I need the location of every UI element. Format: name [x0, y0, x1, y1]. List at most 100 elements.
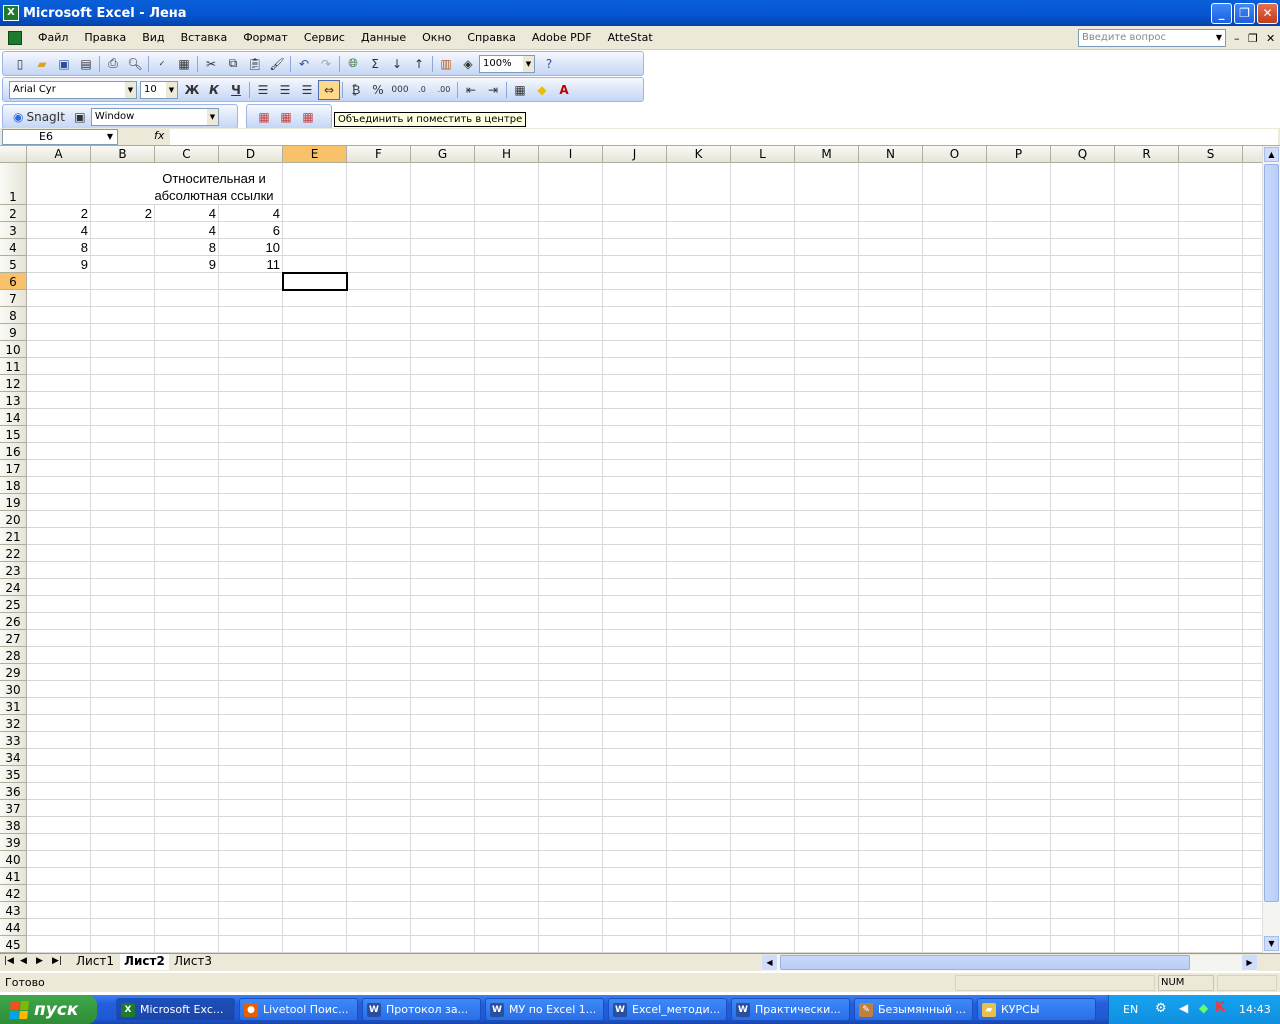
cell-o3[interactable]	[923, 222, 987, 239]
print-icon[interactable]: ⎙	[102, 54, 124, 74]
cell-k21[interactable]	[667, 528, 731, 545]
cell-s36[interactable]	[1179, 783, 1243, 800]
cell-h28[interactable]	[475, 647, 539, 664]
format-painter-icon[interactable]: 🖌︎	[266, 54, 288, 74]
cell-d27[interactable]	[219, 630, 283, 647]
cell-l3[interactable]	[731, 222, 795, 239]
cell-s13[interactable]	[1179, 392, 1243, 409]
cell-l1[interactable]	[731, 163, 795, 205]
cell-g21[interactable]	[411, 528, 475, 545]
cell-h30[interactable]	[475, 681, 539, 698]
cell-l39[interactable]	[731, 834, 795, 851]
cell-m28[interactable]	[795, 647, 859, 664]
cell-d19[interactable]	[219, 494, 283, 511]
cell-b33[interactable]	[91, 732, 155, 749]
cell-g16[interactable]	[411, 443, 475, 460]
cell-r25[interactable]	[1115, 596, 1179, 613]
cell-o41[interactable]	[923, 868, 987, 885]
cell-f11[interactable]	[347, 358, 411, 375]
cell-n24[interactable]	[859, 579, 923, 596]
cell-m41[interactable]	[795, 868, 859, 885]
cell-d35[interactable]	[219, 766, 283, 783]
cell-f45[interactable]	[347, 936, 411, 953]
cell-j10[interactable]	[603, 341, 667, 358]
percent-button[interactable]: %	[367, 80, 389, 100]
cell-e33[interactable]	[283, 732, 347, 749]
cell-o15[interactable]	[923, 426, 987, 443]
cell-c7[interactable]	[155, 290, 219, 307]
cell-r31[interactable]	[1115, 698, 1179, 715]
cell-d40[interactable]	[219, 851, 283, 868]
cell-i21[interactable]	[539, 528, 603, 545]
cell-e15[interactable]	[283, 426, 347, 443]
cell-j2[interactable]	[603, 205, 667, 222]
cell-i16[interactable]	[539, 443, 603, 460]
cell-e21[interactable]	[283, 528, 347, 545]
cell-i42[interactable]	[539, 885, 603, 902]
cell-e23[interactable]	[283, 562, 347, 579]
cell-g33[interactable]	[411, 732, 475, 749]
cell-c24[interactable]	[155, 579, 219, 596]
vertical-scrollbar[interactable]: ▲ ▼	[1262, 146, 1280, 953]
cell-p1[interactable]	[987, 163, 1051, 205]
cell-m21[interactable]	[795, 528, 859, 545]
cell-p12[interactable]	[987, 375, 1051, 392]
cell-e29[interactable]	[283, 664, 347, 681]
font-size-select[interactable]: 10 ▼	[140, 80, 178, 99]
cell-g35[interactable]	[411, 766, 475, 783]
cell-o19[interactable]	[923, 494, 987, 511]
cell-s20[interactable]	[1179, 511, 1243, 528]
cell-h41[interactable]	[475, 868, 539, 885]
row-header-11[interactable]: 11	[0, 358, 27, 375]
cell-j19[interactable]	[603, 494, 667, 511]
cell-i4[interactable]	[539, 239, 603, 256]
cell-t40[interactable]	[1243, 851, 1262, 868]
cell-j27[interactable]	[603, 630, 667, 647]
cell-h17[interactable]	[475, 460, 539, 477]
cell-f20[interactable]	[347, 511, 411, 528]
cell-p14[interactable]	[987, 409, 1051, 426]
cell-m30[interactable]	[795, 681, 859, 698]
cell-k35[interactable]	[667, 766, 731, 783]
cell-l2[interactable]	[731, 205, 795, 222]
hyperlink-icon[interactable]: 🌐︎	[342, 54, 364, 74]
sheet-tab[interactable]: Лист3	[170, 954, 216, 970]
toolbar-tool-1-icon[interactable]: ▦	[253, 107, 275, 127]
cell-h27[interactable]	[475, 630, 539, 647]
cell-q16[interactable]	[1051, 443, 1115, 460]
cell-f5[interactable]	[347, 256, 411, 273]
taskbar-button[interactable]: ✎ Безымянный ...	[854, 998, 973, 1021]
cell-d17[interactable]	[219, 460, 283, 477]
cell-b6[interactable]	[91, 273, 155, 290]
menu-format[interactable]: Формат	[235, 31, 296, 44]
cell-m25[interactable]	[795, 596, 859, 613]
align-right-icon[interactable]: ☰	[296, 80, 318, 100]
cell-m31[interactable]	[795, 698, 859, 715]
cell-g39[interactable]	[411, 834, 475, 851]
cell-m1[interactable]	[795, 163, 859, 205]
prev-sheet-icon[interactable]: ◀	[20, 956, 27, 966]
cell-a44[interactable]	[27, 919, 91, 936]
cell-i43[interactable]	[539, 902, 603, 919]
cell-g32[interactable]	[411, 715, 475, 732]
cell-l19[interactable]	[731, 494, 795, 511]
cell-b12[interactable]	[91, 375, 155, 392]
cell-k36[interactable]	[667, 783, 731, 800]
cell-r36[interactable]	[1115, 783, 1179, 800]
cell-t25[interactable]	[1243, 596, 1262, 613]
cell-f37[interactable]	[347, 800, 411, 817]
cell-h22[interactable]	[475, 545, 539, 562]
cell-h19[interactable]	[475, 494, 539, 511]
cell-d6[interactable]	[219, 273, 283, 290]
scroll-left-icon[interactable]: ◀	[762, 955, 777, 970]
cell-c38[interactable]	[155, 817, 219, 834]
cell-a38[interactable]	[27, 817, 91, 834]
cell-r38[interactable]	[1115, 817, 1179, 834]
cell-n21[interactable]	[859, 528, 923, 545]
cell-r17[interactable]	[1115, 460, 1179, 477]
cell-o1[interactable]	[923, 163, 987, 205]
cell-q2[interactable]	[1051, 205, 1115, 222]
cell-d45[interactable]	[219, 936, 283, 953]
close-button[interactable]: ✕	[1257, 3, 1278, 24]
cell-j29[interactable]	[603, 664, 667, 681]
